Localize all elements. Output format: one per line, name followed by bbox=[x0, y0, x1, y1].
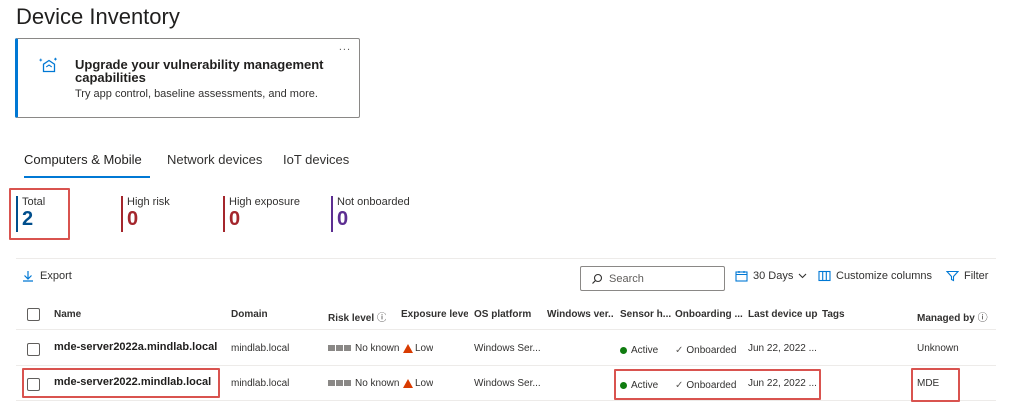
device-os-platform: Windows Ser... bbox=[474, 343, 541, 354]
stat-high-risk-bar bbox=[121, 196, 123, 232]
device-domain: mindlab.local bbox=[231, 378, 290, 389]
device-risk-level: No known bbox=[328, 343, 402, 354]
device-managed-by: Unknown bbox=[917, 343, 959, 354]
search-input[interactable]: Search bbox=[580, 266, 725, 291]
annotation-highlight-managed-by bbox=[911, 368, 960, 402]
checkmark-icon: ✓ bbox=[675, 345, 684, 356]
stat-high-risk-label: High risk bbox=[127, 196, 170, 208]
stat-high-exposure-bar bbox=[223, 196, 225, 232]
stat-high-exposure-label: High exposure bbox=[229, 196, 300, 208]
select-all-checkbox[interactable] bbox=[27, 308, 40, 321]
info-icon: ⓘ bbox=[977, 313, 988, 324]
column-header-risk-label: Risk level bbox=[328, 313, 375, 324]
risk-text: No known bbox=[355, 343, 400, 354]
annotation-highlight-status bbox=[614, 369, 821, 400]
device-table-header: Name Domain Risk level ⓘ ↓ Exposure leve… bbox=[16, 300, 996, 330]
customize-columns-button[interactable]: Customize columns bbox=[818, 270, 932, 282]
device-last-update: Jun 22, 2022 ... bbox=[748, 343, 817, 354]
page-title: Device Inventory bbox=[16, 4, 180, 29]
device-risk-level: No known bbox=[328, 378, 402, 389]
export-label: Export bbox=[40, 270, 72, 282]
device-os-platform: Windows Ser... bbox=[474, 378, 541, 389]
promo-title: Upgrade your vulnerability management ca… bbox=[75, 57, 324, 85]
warning-icon bbox=[403, 343, 413, 353]
tab-computers-mobile[interactable]: Computers & Mobile bbox=[24, 152, 142, 167]
column-header-sensor-health[interactable]: Sensor h... bbox=[620, 309, 672, 320]
date-range-label: 30 Days bbox=[753, 270, 794, 282]
column-header-managed-by[interactable]: Managed by ⓘ bbox=[917, 309, 993, 324]
stat-high-risk-value: 0 bbox=[127, 208, 139, 230]
risk-bars-icon bbox=[328, 345, 351, 352]
stat-high-risk[interactable]: High risk 0 bbox=[121, 196, 170, 232]
column-header-managed-label: Managed by bbox=[917, 313, 975, 324]
calendar-icon bbox=[735, 271, 748, 282]
column-header-windows-version[interactable]: Windows ver... bbox=[547, 309, 613, 320]
shield-sparkle-icon bbox=[39, 57, 57, 73]
customize-columns-label: Customize columns bbox=[836, 270, 932, 282]
search-placeholder: Search bbox=[609, 272, 644, 285]
stat-not-onboarded[interactable]: Not onboarded 0 bbox=[331, 196, 410, 232]
column-header-risk-level[interactable]: Risk level ⓘ ↓ bbox=[328, 309, 386, 324]
column-header-name[interactable]: Name bbox=[54, 309, 81, 320]
column-header-domain[interactable]: Domain bbox=[231, 309, 268, 320]
stat-not-onboarded-label: Not onboarded bbox=[337, 196, 410, 208]
risk-text: No known bbox=[355, 378, 400, 389]
column-header-onboarding[interactable]: Onboarding ... bbox=[675, 309, 743, 320]
search-icon bbox=[592, 273, 603, 284]
tab-iot-devices[interactable]: IoT devices bbox=[283, 152, 349, 167]
column-header-exposure-level[interactable]: Exposure level bbox=[401, 309, 468, 320]
stat-not-onboarded-value: 0 bbox=[337, 208, 349, 230]
device-domain: mindlab.local bbox=[231, 343, 290, 354]
export-button[interactable]: Export bbox=[22, 270, 72, 282]
column-header-last-update[interactable]: Last device upc bbox=[748, 309, 818, 320]
annotation-highlight-total bbox=[9, 188, 70, 240]
active-status-dot-icon bbox=[620, 346, 627, 354]
promo-subtitle: Try app control, baseline assessments, a… bbox=[75, 88, 318, 100]
filter-icon bbox=[946, 270, 959, 282]
column-header-tags[interactable]: Tags bbox=[822, 309, 845, 320]
tab-network-devices[interactable]: Network devices bbox=[167, 152, 262, 167]
columns-icon bbox=[818, 270, 831, 282]
exposure-text: Low bbox=[415, 378, 434, 389]
active-tab-indicator bbox=[24, 176, 150, 178]
stat-not-onboarded-bar bbox=[331, 196, 333, 232]
warning-icon bbox=[403, 378, 413, 388]
exposure-text: Low bbox=[415, 343, 434, 354]
row-checkbox[interactable] bbox=[27, 343, 40, 356]
upgrade-promo-card[interactable]: Upgrade your vulnerability management ca… bbox=[15, 38, 360, 118]
more-options-button[interactable]: ... bbox=[339, 41, 351, 53]
info-icon: ⓘ ↓ bbox=[376, 313, 386, 324]
stat-high-exposure-value: 0 bbox=[229, 208, 241, 230]
device-exposure-level: Low bbox=[403, 378, 433, 389]
toolbar-divider bbox=[16, 258, 996, 259]
filter-button[interactable]: Filter bbox=[946, 270, 988, 282]
filter-label: Filter bbox=[964, 270, 989, 282]
device-exposure-level: Low bbox=[403, 343, 433, 354]
date-range-dropdown[interactable]: 30 Days bbox=[735, 270, 807, 282]
column-header-os-platform[interactable]: OS platform bbox=[474, 309, 540, 320]
device-sensor-health: Active bbox=[620, 345, 658, 356]
device-name[interactable]: mde-server2022a.mindlab.local bbox=[54, 341, 217, 353]
download-icon bbox=[23, 271, 33, 282]
chevron-down-icon bbox=[798, 273, 807, 279]
annotation-highlight-device-name bbox=[22, 368, 220, 398]
table-row[interactable]: mde-server2022a.mindlab.local mindlab.lo… bbox=[16, 332, 996, 366]
risk-bars-icon bbox=[328, 380, 351, 387]
sensor-text: Active bbox=[631, 345, 659, 356]
stat-high-exposure[interactable]: High exposure 0 bbox=[223, 196, 300, 232]
device-onboarding-status: ✓ Onboarded bbox=[675, 345, 736, 356]
onboarding-text: Onboarded bbox=[686, 345, 737, 356]
